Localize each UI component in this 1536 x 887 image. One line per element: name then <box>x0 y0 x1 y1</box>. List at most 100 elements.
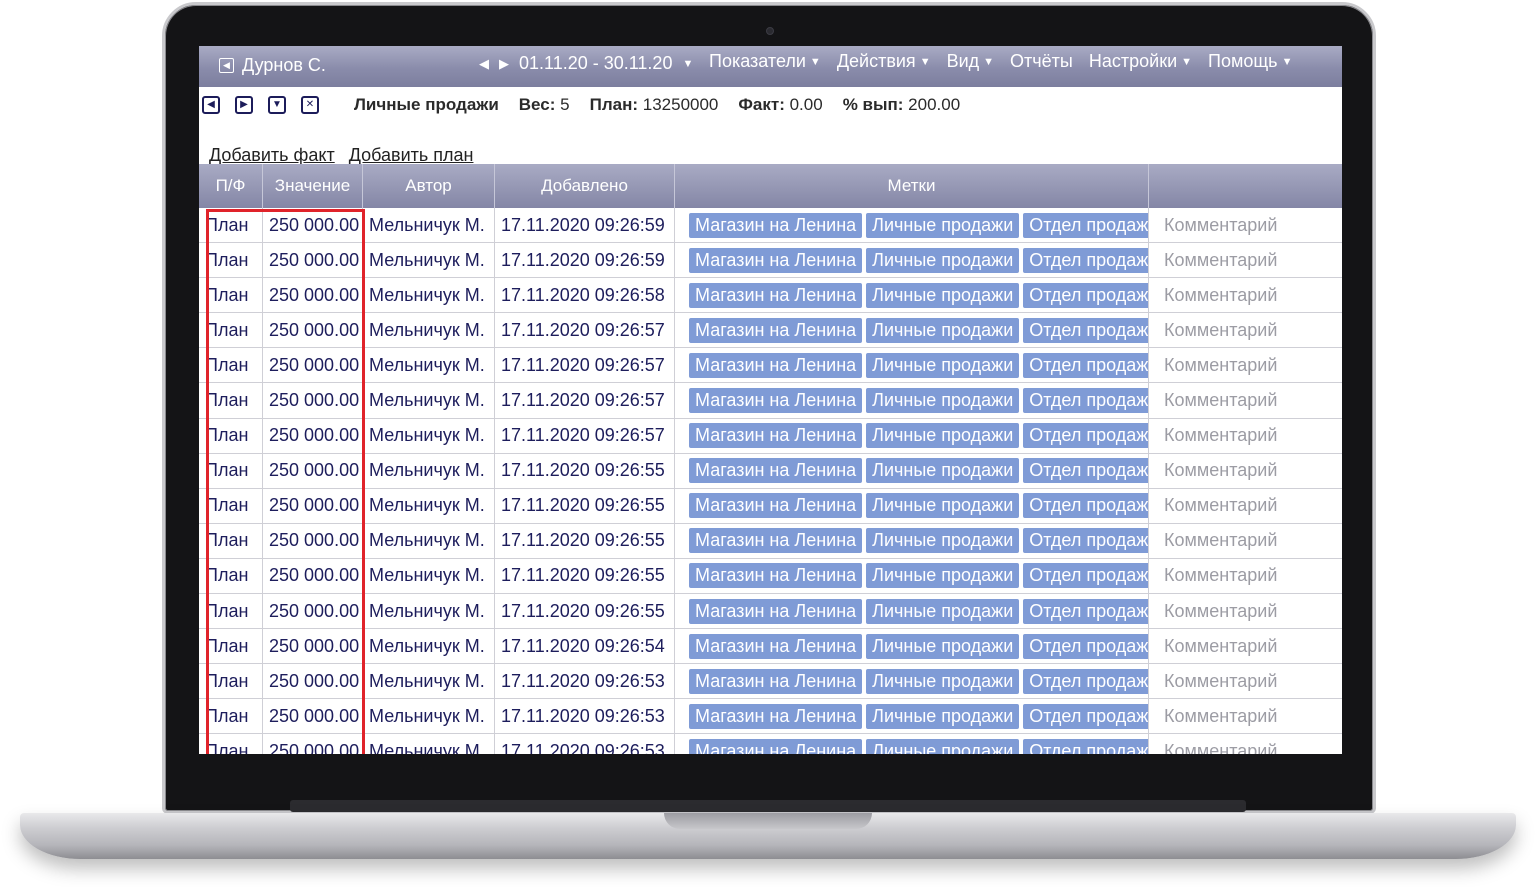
tag-chip[interactable]: Магазин на Ленина <box>689 528 863 554</box>
tag-chip[interactable]: Магазин на Ленина <box>689 668 863 694</box>
tag-chip[interactable]: Магазин на Ленина <box>689 317 863 343</box>
chevron-down-icon[interactable]: ▼ <box>682 58 693 70</box>
cell-comment[interactable]: Комментарий <box>1149 664 1342 698</box>
cell-comment[interactable]: Комментарий <box>1149 559 1342 593</box>
cell-comment[interactable]: Комментарий <box>1149 243 1342 277</box>
menu-item[interactable]: Настройки ▼ <box>1089 51 1192 72</box>
tag-chip[interactable]: Магазин на Ленина <box>689 388 863 414</box>
menu-item[interactable]: Показатели ▼ <box>709 51 821 72</box>
tag-chip[interactable]: Магазин на Ленина <box>689 212 863 238</box>
tag-chip[interactable]: Отдел продаж <box>1023 317 1148 343</box>
tag-chip[interactable]: Отдел продаж <box>1023 563 1148 589</box>
cell-comment[interactable]: Комментарий <box>1149 208 1342 242</box>
table-row[interactable]: План 250 000.00 Мельничук М. 17.11.2020 09:… <box>199 313 1342 349</box>
tag-chip[interactable]: Магазин на Ленина <box>689 247 863 273</box>
tag-chip[interactable]: Личные продажи <box>866 668 1020 694</box>
close-icon[interactable]: ✕ <box>301 96 319 114</box>
tag-chip[interactable]: Отдел продаж <box>1023 528 1148 554</box>
menu-item[interactable]: Действия ▼ <box>837 51 931 72</box>
tag-chip[interactable]: Отдел продаж <box>1023 668 1148 694</box>
tag-chip[interactable]: Отдел продаж <box>1023 703 1148 729</box>
cell-comment[interactable]: Комментарий <box>1149 629 1342 663</box>
tag-chip[interactable]: Отдел продаж <box>1023 352 1148 378</box>
column-header-tags[interactable]: Метки <box>675 164 1149 208</box>
tag-chip[interactable]: Личные продажи <box>866 352 1020 378</box>
table-row[interactable]: План 250 000.00 Мельничук М. 17.11.2020 09:… <box>199 594 1342 630</box>
tag-chip[interactable]: Личные продажи <box>866 493 1020 519</box>
menu-item[interactable]: Вид ▼ <box>947 51 994 72</box>
cell-comment[interactable]: Комментарий <box>1149 278 1342 312</box>
tag-chip[interactable]: Отдел продаж <box>1023 633 1148 659</box>
add-fact-link[interactable]: Добавить факт <box>209 145 335 166</box>
tag-chip[interactable]: Магазин на Ленина <box>689 352 863 378</box>
table-row[interactable]: План 250 000.00 Мельничук М. 17.11.2020 09:… <box>199 348 1342 384</box>
table-row[interactable]: План 250 000.00 Мельничук М. 17.11.2020 09:… <box>199 418 1342 454</box>
tag-chip[interactable]: Личные продажи <box>866 458 1020 484</box>
cell-comment[interactable]: Комментарий <box>1149 383 1342 417</box>
table-row[interactable]: План 250 000.00 Мельничук М. 17.11.2020 09:… <box>199 664 1342 700</box>
table-row[interactable]: План 250 000.00 Мельничук М. 17.11.2020 09:… <box>199 488 1342 524</box>
tag-chip[interactable]: Личные продажи <box>866 247 1020 273</box>
tag-chip[interactable]: Личные продажи <box>866 388 1020 414</box>
cell-comment[interactable]: Комментарий <box>1149 524 1342 558</box>
table-row[interactable]: План 250 000.00 Мельничук М. 17.11.2020 09:… <box>199 523 1342 559</box>
table-row[interactable]: План 250 000.00 Мельничук М. 17.11.2020 09:… <box>199 453 1342 489</box>
table-row[interactable]: План 250 000.00 Мельничук М. 17.11.2020 09:… <box>199 734 1342 754</box>
tag-chip[interactable]: Магазин на Ленина <box>689 633 863 659</box>
column-header-value[interactable]: Значение <box>263 164 363 208</box>
table-row[interactable]: План 250 000.00 Мельничук М. 17.11.2020 09:… <box>199 558 1342 595</box>
tag-chip[interactable]: Магазин на Ленина <box>689 738 863 754</box>
tag-chip[interactable]: Отдел продаж <box>1023 458 1148 484</box>
table-row[interactable]: План 250 000.00 Мельничук М. 17.11.2020 09:… <box>199 699 1342 735</box>
tag-chip[interactable]: Отдел продаж <box>1023 282 1148 308</box>
period-range[interactable]: 01.11.20 - 30.11.20 <box>519 53 672 74</box>
tag-chip[interactable]: Магазин на Ленина <box>689 458 863 484</box>
column-header-pf[interactable]: П/Ф <box>199 164 263 208</box>
tag-chip[interactable]: Личные продажи <box>866 423 1020 449</box>
cell-comment[interactable]: Комментарий <box>1149 419 1342 453</box>
tag-chip[interactable]: Личные продажи <box>866 563 1020 589</box>
tag-chip[interactable]: Отдел продаж <box>1023 212 1148 238</box>
tag-chip[interactable]: Магазин на Ленина <box>689 493 863 519</box>
tag-chip[interactable]: Магазин на Ленина <box>689 598 863 624</box>
table-row[interactable]: План 250 000.00 Мельничук М. 17.11.2020 09:… <box>199 383 1342 419</box>
tag-chip[interactable]: Отдел продаж <box>1023 738 1148 754</box>
tag-chip[interactable]: Магазин на Ленина <box>689 563 863 589</box>
tag-chip[interactable]: Магазин на Ленина <box>689 703 863 729</box>
cell-comment[interactable]: Комментарий <box>1149 489 1342 523</box>
tag-chip[interactable]: Личные продажи <box>866 738 1020 754</box>
column-header-author[interactable]: Автор <box>363 164 495 208</box>
tag-chip[interactable]: Отдел продаж <box>1023 598 1148 624</box>
tag-chip[interactable]: Отдел продаж <box>1023 247 1148 273</box>
menu-item[interactable]: Отчёты <box>1010 51 1073 72</box>
prev-period-icon[interactable]: ◀ <box>479 56 489 72</box>
user-menu[interactable]: ◀ Дурнов С. <box>219 55 326 76</box>
tag-chip[interactable]: Отдел продаж <box>1023 388 1148 414</box>
table-row[interactable]: План 250 000.00 Мельничук М. 17.11.2020 09:… <box>199 243 1342 279</box>
table-row[interactable]: План 250 000.00 Мельничук М. 17.11.2020 09:… <box>199 278 1342 314</box>
cell-comment[interactable]: Комментарий <box>1149 699 1342 733</box>
tag-chip[interactable]: Личные продажи <box>866 703 1020 729</box>
cell-comment[interactable]: Комментарий <box>1149 454 1342 488</box>
cell-comment[interactable]: Комментарий <box>1149 348 1342 382</box>
column-header-added[interactable]: Добавлено <box>495 164 675 208</box>
next-period-icon[interactable]: ▶ <box>499 56 509 72</box>
cell-comment[interactable]: Комментарий <box>1149 734 1342 754</box>
tag-chip[interactable]: Личные продажи <box>866 598 1020 624</box>
menu-item[interactable]: Помощь ▼ <box>1208 51 1292 72</box>
next-icon[interactable]: ▶ <box>235 96 253 114</box>
table-row[interactable]: План 250 000.00 Мельничук М. 17.11.2020 09:… <box>199 629 1342 665</box>
tag-chip[interactable]: Магазин на Ленина <box>689 423 863 449</box>
add-plan-link[interactable]: Добавить план <box>349 145 474 166</box>
tag-chip[interactable]: Магазин на Ленина <box>689 282 863 308</box>
tag-chip[interactable]: Отдел продаж <box>1023 493 1148 519</box>
tag-chip[interactable]: Личные продажи <box>866 212 1020 238</box>
tag-chip[interactable]: Личные продажи <box>866 317 1020 343</box>
expand-down-icon[interactable]: ▼ <box>268 96 286 114</box>
tag-chip[interactable]: Личные продажи <box>866 633 1020 659</box>
tag-chip[interactable]: Отдел продаж <box>1023 423 1148 449</box>
cell-comment[interactable]: Комментарий <box>1149 313 1342 347</box>
table-row[interactable]: План 250 000.00 Мельничук М. 17.11.2020 09:… <box>199 208 1342 244</box>
tag-chip[interactable]: Личные продажи <box>866 528 1020 554</box>
tag-chip[interactable]: Личные продажи <box>866 282 1020 308</box>
